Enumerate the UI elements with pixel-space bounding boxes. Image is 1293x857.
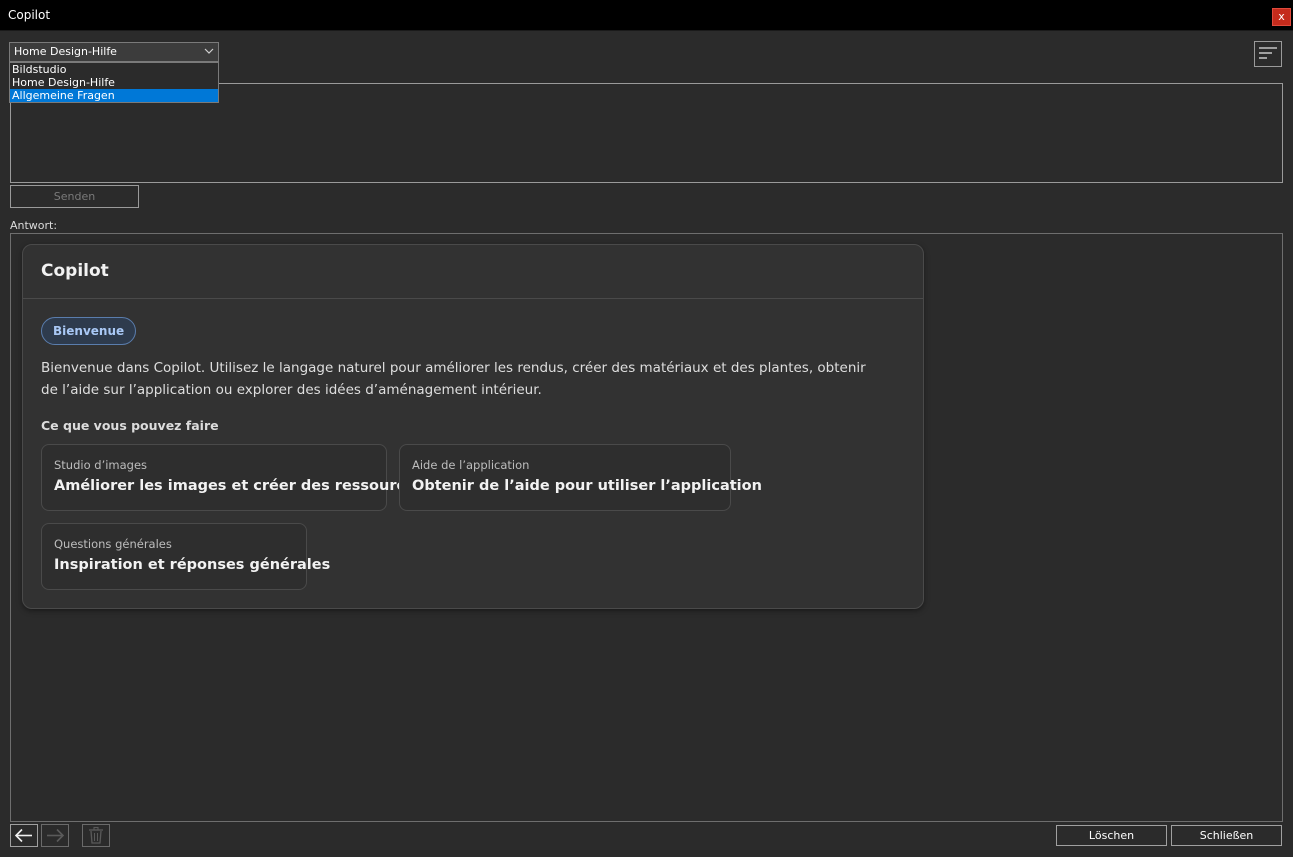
mode-select-value: Home Design-Hilfe <box>14 45 117 58</box>
mode-select[interactable]: Home Design-Hilfe <box>9 42 219 62</box>
sort-lines-icon <box>1259 47 1277 59</box>
tile-category: Studio d’images <box>54 458 148 472</box>
close-window-button[interactable]: x <box>1272 8 1291 26</box>
arrow-left-icon <box>14 828 32 843</box>
mode-option-home-design[interactable]: Home Design-Hilfe <box>10 76 218 89</box>
tile-title: Obtenir de l’aide pour utiliser l’applic… <box>412 478 762 494</box>
window-title: Copilot <box>8 8 51 22</box>
copilot-welcome-card: Copilot Bienvenue Bienvenue dans Copilot… <box>22 244 924 609</box>
chevron-down-icon <box>204 48 214 54</box>
answer-label: Antwort: <box>10 219 58 232</box>
close-button[interactable]: Schließen <box>1171 825 1282 846</box>
mode-option-bildstudio[interactable]: Bildstudio <box>10 63 218 76</box>
title-bar: Copilot x <box>0 0 1293 31</box>
answer-panel: Copilot Bienvenue Bienvenue dans Copilot… <box>10 233 1283 822</box>
tile-general-questions[interactable]: Questions générales Inspiration et répon… <box>41 523 331 590</box>
trash-icon <box>89 826 103 844</box>
mode-dropdown-list: Bildstudio Home Design-Hilfe Allgemeine … <box>9 62 219 103</box>
welcome-badge: Bienvenue <box>41 317 137 345</box>
tile-title: Améliorer les images et créer des ressou… <box>54 478 424 494</box>
sort-menu-button[interactable] <box>1254 41 1282 67</box>
tile-app-help[interactable]: Aide de l’application Obtenir de l’aide … <box>399 444 762 511</box>
trash-button[interactable] <box>82 824 110 847</box>
arrow-right-icon <box>47 828 65 843</box>
tile-category: Aide de l’application <box>412 458 530 472</box>
tile-title: Inspiration et réponses générales <box>54 557 331 573</box>
forward-button[interactable] <box>41 824 69 847</box>
delete-button[interactable]: Löschen <box>1056 825 1167 846</box>
send-button[interactable]: Senden <box>10 185 139 208</box>
capabilities-heading: Ce que vous pouvez faire <box>41 418 219 433</box>
back-button[interactable] <box>10 824 38 847</box>
tile-category: Questions générales <box>54 537 172 551</box>
tile-image-studio[interactable]: Studio d’images Améliorer les images et … <box>41 444 424 511</box>
mode-option-allgemeine-fragen[interactable]: Allgemeine Fragen <box>10 89 218 102</box>
welcome-text: Bienvenue dans Copilot. Utilisez le lang… <box>41 360 866 398</box>
card-title: Copilot <box>23 245 923 299</box>
